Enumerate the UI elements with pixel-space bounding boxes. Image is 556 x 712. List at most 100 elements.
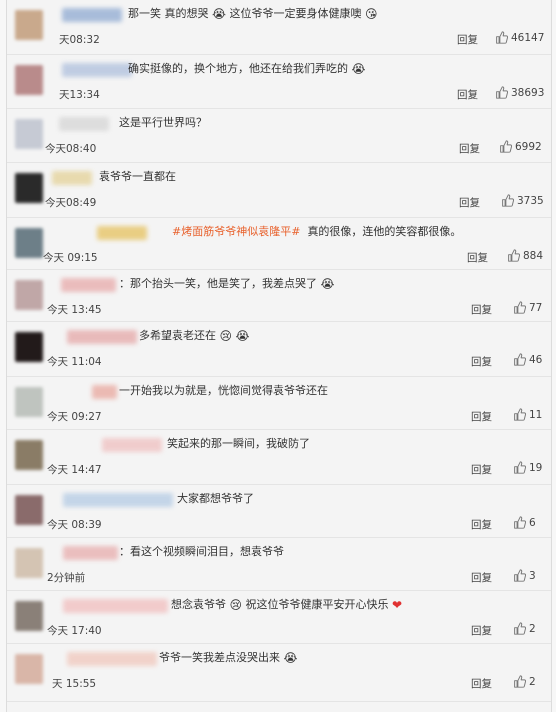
comment-timestamp: 2分钟前 bbox=[47, 572, 86, 584]
username-blurred[interactable] bbox=[102, 438, 162, 452]
reply-button[interactable]: 回复 bbox=[459, 195, 480, 210]
comment-timestamp: 今天 11:04 bbox=[47, 356, 102, 368]
avatar[interactable] bbox=[15, 332, 43, 362]
reply-button[interactable]: 回复 bbox=[471, 517, 492, 532]
comment-text: #烤面筋爷爷神似袁隆平# 真的很像，连他的笑容都很像。 bbox=[172, 224, 465, 240]
like-button[interactable]: 3 bbox=[513, 569, 536, 582]
comment-timestamp: 今天 17:40 bbox=[47, 625, 102, 637]
avatar[interactable] bbox=[15, 440, 43, 470]
comment-item: 袁爷爷一直都在 今天08:49 回复 3735 bbox=[7, 163, 551, 218]
comment-text-prefix: 想念袁爷爷 bbox=[171, 598, 226, 611]
reply-button[interactable]: 回复 bbox=[471, 302, 492, 317]
comment-text: 确实挺像的，换个地方，他还在给我们弄吃的 😭 bbox=[128, 61, 369, 77]
like-button[interactable]: 2 bbox=[513, 675, 536, 688]
avatar[interactable] bbox=[15, 119, 43, 149]
username-blurred[interactable] bbox=[67, 652, 157, 666]
avatar[interactable] bbox=[15, 548, 43, 578]
like-button[interactable]: 2 bbox=[513, 622, 536, 635]
like-button[interactable]: 46147 bbox=[495, 31, 544, 44]
avatar[interactable] bbox=[15, 601, 43, 631]
thumbs-up-icon bbox=[513, 516, 527, 529]
like-button[interactable]: 884 bbox=[507, 249, 543, 262]
like-button[interactable]: 19 bbox=[513, 461, 542, 474]
avatar[interactable] bbox=[15, 495, 43, 525]
reply-button[interactable]: 回复 bbox=[471, 354, 492, 369]
thumbs-up-icon bbox=[495, 86, 509, 99]
like-button[interactable]: 11 bbox=[513, 408, 542, 421]
comment-text: 一开始我以为就是，恍惚间觉得袁爷爷还在 bbox=[119, 383, 335, 399]
avatar[interactable] bbox=[15, 280, 43, 310]
topic-hashtag-link[interactable]: #烤面筋爷爷神似袁隆平# bbox=[172, 225, 300, 238]
username-blurred[interactable] bbox=[52, 171, 92, 185]
comment-timestamp: 今天08:40 bbox=[45, 143, 97, 155]
reply-button[interactable]: 回复 bbox=[467, 250, 488, 265]
comment-item: 爷爷一笑我差点没哭出来 😭 天 15:55 回复 2 bbox=[7, 644, 551, 702]
username-blurred[interactable] bbox=[63, 599, 168, 613]
thumbs-up-icon bbox=[495, 31, 509, 44]
avatar[interactable] bbox=[15, 173, 43, 203]
reply-button[interactable]: 回复 bbox=[471, 409, 492, 424]
username-blurred[interactable] bbox=[97, 226, 147, 240]
username-blurred[interactable] bbox=[92, 385, 117, 399]
like-button[interactable]: 3735 bbox=[501, 194, 544, 207]
comment-text: ：看这个视频瞬间泪目，想袁爷爷 bbox=[119, 544, 291, 560]
reply-button[interactable]: 回复 bbox=[471, 623, 492, 638]
like-button[interactable]: 46 bbox=[513, 353, 542, 366]
comment-item: ：看这个视频瞬间泪目，想袁爷爷 2分钟前 回复 3 bbox=[7, 538, 551, 591]
emoji-icon: 😢 bbox=[229, 598, 243, 612]
like-count: 3 bbox=[529, 569, 536, 582]
thumbs-up-icon bbox=[513, 461, 527, 474]
comment-item: 这是平行世界吗？ 今天08:40 回复 6992 bbox=[7, 109, 551, 163]
comment-text-suffix: 祝这位爷爷健康平安开心快乐 bbox=[245, 598, 389, 611]
comment-text: 那一笑 真的想哭 😭 这位爷爷一定要身体健康噢 😘 bbox=[128, 6, 378, 22]
comment-text-prefix: 一开始我以为就是，恍惚间觉得袁爷爷还在 bbox=[119, 384, 328, 397]
emoji-icon: 😭 bbox=[320, 277, 335, 291]
username-blurred[interactable] bbox=[63, 493, 173, 507]
username-blurred[interactable] bbox=[67, 330, 137, 344]
comment-text: 这是平行世界吗？ bbox=[119, 115, 214, 131]
thumbs-up-icon bbox=[513, 622, 527, 635]
comment-timestamp: 天 15:55 bbox=[52, 678, 97, 690]
reply-button[interactable]: 回复 bbox=[471, 462, 492, 477]
like-count: 2 bbox=[529, 622, 536, 635]
avatar[interactable] bbox=[15, 387, 43, 417]
thumbs-up-icon bbox=[513, 353, 527, 366]
like-count: 11 bbox=[529, 408, 543, 421]
like-count: 46 bbox=[529, 353, 543, 366]
username-blurred[interactable] bbox=[62, 63, 132, 77]
comment-text: 多希望袁老还在 😢 😭 bbox=[139, 328, 250, 344]
username-blurred[interactable] bbox=[59, 117, 109, 131]
comment-item: 一开始我以为就是，恍惚间觉得袁爷爷还在 今天 09:27 回复 11 bbox=[7, 377, 551, 430]
reply-button[interactable]: 回复 bbox=[457, 32, 478, 47]
username-blurred[interactable] bbox=[62, 8, 122, 22]
username-blurred[interactable] bbox=[61, 278, 116, 292]
avatar[interactable] bbox=[15, 10, 43, 40]
like-button[interactable]: 77 bbox=[513, 301, 542, 314]
like-count: 2 bbox=[529, 675, 536, 688]
emoji-icon: ❤ bbox=[392, 598, 403, 612]
comment-item: 想念袁爷爷 😢 祝这位爷爷健康平安开心快乐 ❤ 今天 17:40 回复 2 bbox=[7, 591, 551, 644]
comment-timestamp: 今天 14:47 bbox=[47, 464, 102, 476]
like-button[interactable]: 38693 bbox=[495, 86, 544, 99]
reply-button[interactable]: 回复 bbox=[471, 570, 492, 585]
thumbs-up-icon bbox=[513, 569, 527, 582]
like-button[interactable]: 6 bbox=[513, 516, 536, 529]
comment-timestamp: 今天 09:27 bbox=[47, 411, 102, 423]
avatar[interactable] bbox=[15, 65, 43, 95]
emoji-icon: 😘 bbox=[365, 7, 378, 21]
reply-button[interactable]: 回复 bbox=[457, 87, 478, 102]
thumbs-up-icon bbox=[507, 249, 521, 262]
like-count: 46147 bbox=[511, 31, 545, 44]
comment-text-prefix: 多希望袁老还在 bbox=[139, 329, 216, 342]
like-button[interactable]: 6992 bbox=[499, 140, 542, 153]
comment-text-prefix: 爷爷一笑我差点没哭出来 bbox=[159, 651, 280, 664]
comment-text-prefix: 大家都想爷爷了 bbox=[177, 492, 254, 505]
thumbs-up-icon bbox=[513, 408, 527, 421]
comment-timestamp: 天08:32 bbox=[59, 34, 100, 46]
username-blurred[interactable] bbox=[63, 546, 118, 560]
reply-button[interactable]: 回复 bbox=[471, 676, 492, 691]
avatar[interactable] bbox=[15, 654, 43, 684]
comment-text: 笑起来的那一瞬间，我破防了 bbox=[167, 436, 317, 452]
reply-button[interactable]: 回复 bbox=[459, 141, 480, 156]
avatar[interactable] bbox=[15, 228, 43, 258]
